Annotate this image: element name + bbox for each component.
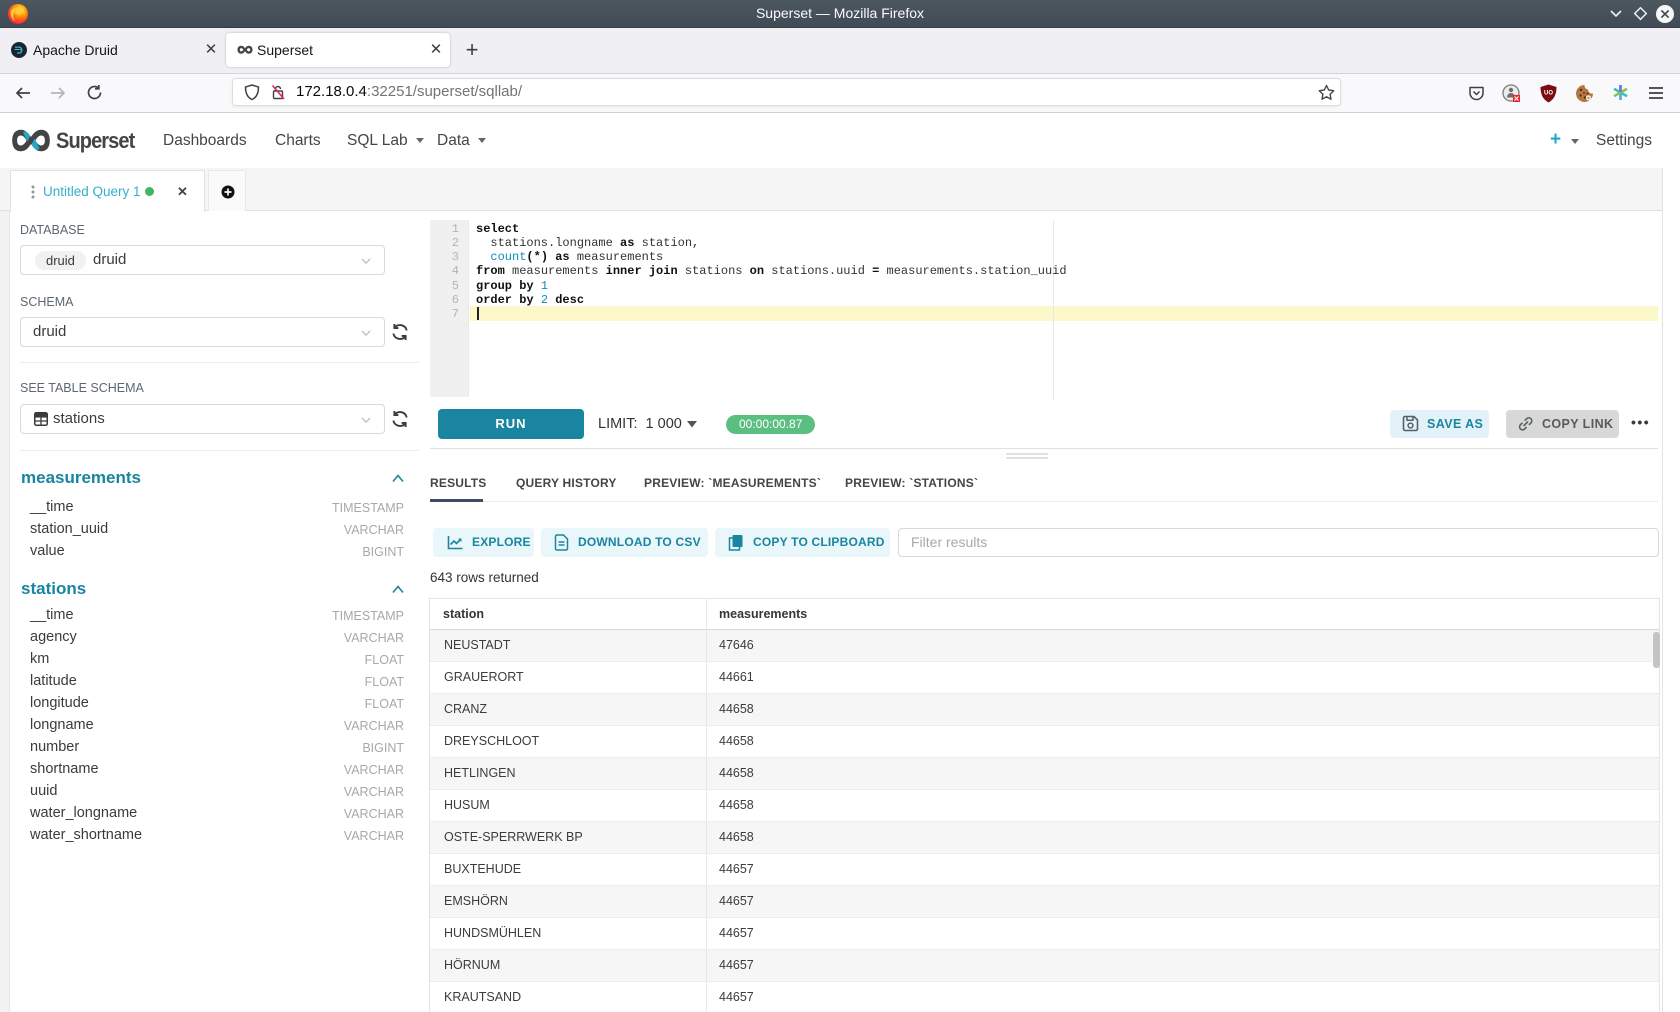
svg-text:♥: ♥: [1587, 96, 1590, 101]
svg-text:UO: UO: [1544, 91, 1553, 97]
